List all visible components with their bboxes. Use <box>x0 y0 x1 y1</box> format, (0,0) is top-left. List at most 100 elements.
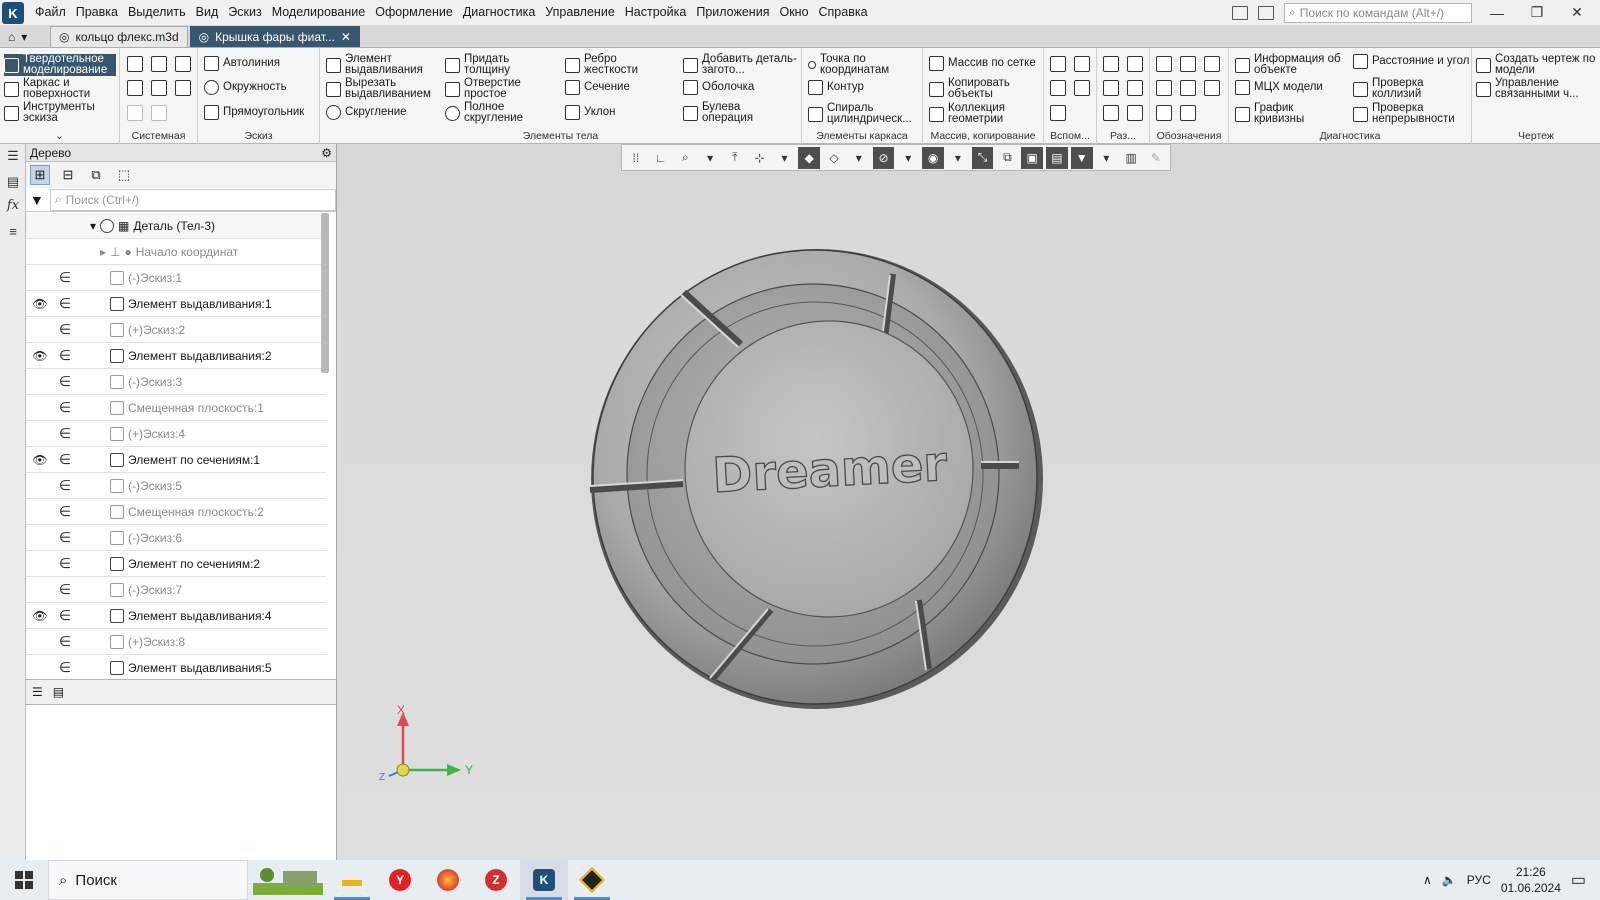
cut-extrude-button[interactable]: Вырезать выдавливанием <box>326 77 438 100</box>
base-icon[interactable] <box>1156 80 1172 96</box>
continuity-check-button[interactable]: Проверка непрерывности <box>1353 102 1471 125</box>
rib-button[interactable]: Ребро жесткости <box>565 53 665 76</box>
tab-document-1[interactable]: ◎ кольцо флекс.m3d <box>50 26 188 47</box>
object-info-button[interactable]: Информация об объекте <box>1235 53 1353 76</box>
tree-row[interactable]: 👁 ∈ Элемент выдавливания:1 <box>26 291 327 317</box>
chevron-up-icon[interactable]: ∧ <box>1423 873 1432 887</box>
menu-view[interactable]: Вид <box>191 0 224 25</box>
tree-row[interactable]: ∈ (-)Эскиз:5 <box>26 473 327 499</box>
menu-edit[interactable]: Правка <box>71 0 123 25</box>
layers-icon[interactable]: ≡ <box>5 224 21 240</box>
menu-sketch[interactable]: Эскиз <box>223 0 266 25</box>
add-blank-part-button[interactable]: Добавить деталь-загото... <box>683 53 801 76</box>
tree-filter-view-icon[interactable]: ⧉ <box>86 165 106 185</box>
expand-right-icon[interactable]: ▸ <box>100 245 106 259</box>
menu-diagnostics[interactable]: Диагностика <box>458 0 540 25</box>
create-drawing-button[interactable]: Создать чертеж по модели <box>1476 53 1596 76</box>
tree-root-row[interactable]: ▾ ▦ Деталь (Тел-3) <box>26 213 327 239</box>
eye-icon[interactable]: 👁 <box>32 297 48 311</box>
minimize-button[interactable]: — <box>1482 5 1512 21</box>
variables-icon[interactable]: fx <box>5 198 21 214</box>
mark-icon[interactable] <box>1204 80 1220 96</box>
tolerance-icon[interactable] <box>1180 80 1196 96</box>
tree-row[interactable]: ∈ (+)Эскиз:2 <box>26 317 327 343</box>
tree-row[interactable]: ∈ (-)Эскиз:3 <box>26 369 327 395</box>
mode-sketch-tools[interactable]: Инструменты эскиза <box>4 101 116 124</box>
tab-document-2[interactable]: ◎ Крышка фары фиат... ✕ <box>189 26 360 47</box>
angle-dim-icon[interactable] <box>1127 80 1143 96</box>
tree-history-icon[interactable]: ⊟ <box>58 165 78 185</box>
tree-row[interactable]: ∈ (-)Эскиз:1 <box>26 265 327 291</box>
thicken-button[interactable]: Придать толщину <box>445 53 545 76</box>
fillet-button[interactable]: Скругление <box>326 105 407 120</box>
3d-viewport[interactable]: ⁞⁞ ∟ ⌕ ▾ ⤒ ⊹ ▾ ◆ ◇ ▾ ⊘ ▾ ◉ ▾ ⤡ ⧉ ▣ ▤ ▼ ▾… <box>337 144 1600 860</box>
manage-linked-drawings-button[interactable]: Управление связанными ч... <box>1476 77 1596 100</box>
menu-design[interactable]: Оформление <box>370 0 458 25</box>
axis-icon[interactable] <box>1074 56 1090 72</box>
extrude-button[interactable]: Элемент выдавливания <box>326 53 436 76</box>
tree-row[interactable]: 👁 ∈ Элемент выдавливания:4 <box>26 603 327 629</box>
gear-icon[interactable]: ⚙ <box>321 146 332 160</box>
tree-tab-icon[interactable]: ☰ <box>32 685 43 699</box>
arc-dim-icon[interactable] <box>1103 105 1119 121</box>
menu-window[interactable]: Окно <box>774 0 813 25</box>
tree-row[interactable]: ∈ (-)Эскиз:7 <box>26 577 327 603</box>
plane-icon[interactable] <box>1050 56 1066 72</box>
menu-select[interactable]: Выделить <box>123 0 191 25</box>
print-icon[interactable] <box>127 80 143 96</box>
save-icon[interactable] <box>175 56 191 72</box>
tree-row[interactable]: 👁 ∈ Элемент по сечениям:1 <box>26 447 327 473</box>
chain-dim-icon[interactable] <box>1127 105 1143 121</box>
menu-file[interactable]: Файл <box>30 0 71 25</box>
tree-row[interactable]: ∈ (+)Эскиз:8 <box>26 629 327 655</box>
boolean-button[interactable]: Булева операция <box>683 101 783 124</box>
offset-plane-icon[interactable] <box>1050 80 1066 96</box>
menu-apps[interactable]: Приложения <box>691 0 774 25</box>
start-button[interactable] <box>0 860 48 900</box>
taskbar-app[interactable] <box>568 860 616 900</box>
language-indicator[interactable]: РУС <box>1467 873 1491 887</box>
search-highlight-image[interactable] <box>248 860 328 900</box>
undo-icon[interactable] <box>127 105 143 121</box>
simple-hole-button[interactable]: Отверстие простое <box>445 77 545 100</box>
open-file-icon[interactable] <box>151 56 167 72</box>
redo-icon[interactable] <box>151 105 167 121</box>
taskbar-yandex[interactable]: Y <box>376 860 424 900</box>
taskbar-firefox[interactable] <box>424 860 472 900</box>
rectangle-button[interactable]: Прямоугольник <box>204 105 304 120</box>
model-canvas[interactable]: Dreamer X Y Z <box>337 144 1600 860</box>
clock[interactable]: 21:26 01.06.2024 <box>1501 864 1561 896</box>
menu-modeling[interactable]: Моделирование <box>267 0 371 25</box>
screenshot-icon[interactable] <box>1258 5 1274 20</box>
circle-button[interactable]: Окружность <box>204 80 287 95</box>
curvature-graph-button[interactable]: График кривизны <box>1235 102 1345 125</box>
tree-search-input[interactable]: ⌕ Поиск (Ctrl+/) <box>49 188 336 211</box>
roughness-icon[interactable] <box>1204 56 1220 72</box>
preview-icon[interactable] <box>151 80 167 96</box>
weld-icon[interactable] <box>1156 105 1172 121</box>
mode-solid-modeling[interactable]: Твердотельное моделирование <box>4 53 116 76</box>
full-round-button[interactable]: Полное скругление <box>445 101 545 124</box>
radial-dim-icon[interactable] <box>1127 56 1143 72</box>
taskbar-zona[interactable]: Z <box>472 860 520 900</box>
eye-icon[interactable]: 👁 <box>32 349 48 363</box>
menu-manage[interactable]: Управление <box>540 0 620 25</box>
taskbar-explorer[interactable]: ▬ <box>328 860 376 900</box>
chevron-down-icon[interactable]: ⌄ <box>0 130 119 142</box>
command-search-input[interactable]: ⌕ Поиск по командам (Alt+/) <box>1284 2 1472 23</box>
mass-properties-button[interactable]: МЦХ модели <box>1235 80 1323 95</box>
draft-button[interactable]: Уклон <box>565 105 616 120</box>
new-file-icon[interactable] <box>127 56 143 72</box>
tree-panel-icon[interactable]: ☰ <box>5 148 21 164</box>
volume-icon[interactable]: 🔈 <box>1442 873 1457 887</box>
distance-angle-button[interactable]: Расстояние и угол <box>1353 54 1471 69</box>
properties-icon[interactable]: ▤ <box>5 174 21 190</box>
tree-row[interactable]: ∈ (-)Эскиз:6 <box>26 525 327 551</box>
expand-down-icon[interactable]: ▾ <box>90 219 96 233</box>
restore-button[interactable]: ❐ <box>1522 4 1552 21</box>
copy-objects-button[interactable]: Копировать объекты <box>929 77 1039 100</box>
tree-row[interactable]: ∈ Элемент по сечениям:2 <box>26 551 327 577</box>
geometry-collection-button[interactable]: Коллекция геометрии <box>929 102 1039 125</box>
home-tab[interactable]: ⌂ ▾ <box>0 26 48 47</box>
tree-row[interactable]: ∈ (+)Эскиз:4 <box>26 421 327 447</box>
